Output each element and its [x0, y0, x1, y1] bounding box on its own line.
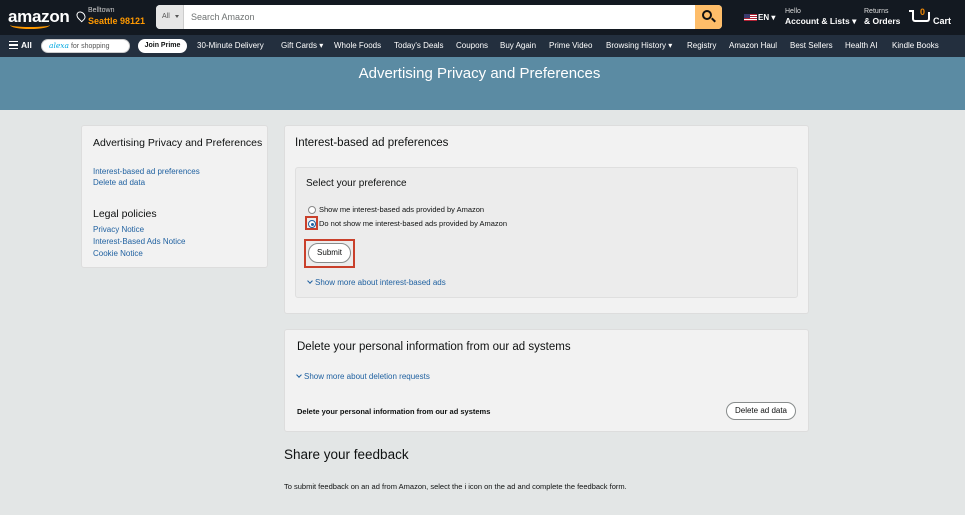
search-category-dropdown[interactable]: All: [156, 5, 184, 29]
location-line2: Seattle 98121: [88, 16, 146, 26]
radio-highlight-box: [305, 216, 318, 230]
account-label: Account & Lists ▾: [785, 16, 857, 26]
search-category-label: All: [162, 13, 170, 20]
feedback-title: Share your feedback: [284, 447, 409, 462]
hamburger-icon: [9, 41, 18, 49]
page-title: Advertising Privacy and Preferences: [358, 65, 601, 82]
nav-link-prime-video[interactable]: Prime Video: [549, 41, 592, 50]
preference-form: Select your preference Show me interest-…: [295, 167, 798, 298]
account-greeting: Hello: [785, 8, 801, 15]
cart-button[interactable]: 0 Cart: [909, 6, 961, 28]
nav-link-registry[interactable]: Registry: [687, 41, 716, 50]
nav-link-todays-deals[interactable]: Today's Deals: [394, 41, 444, 50]
language-label: EN ▾: [758, 13, 776, 22]
location-pin-icon: [74, 9, 88, 23]
search-input[interactable]: [184, 5, 695, 29]
show-more-deletion-link[interactable]: Show more about deletion requests: [296, 372, 430, 381]
sidebar-heading-legal: Legal policies: [93, 208, 157, 220]
page-banner: Advertising Privacy and Preferences: [0, 57, 965, 110]
cart-count: 0: [920, 7, 926, 17]
returns-orders-link[interactable]: Returns & Orders: [864, 8, 900, 26]
alexa-text: for shopping: [70, 43, 110, 50]
nav-link-gift-cards[interactable]: Gift Cards ▾: [281, 41, 323, 50]
nav-link-30-minute-delivery[interactable]: 30-Minute Delivery: [197, 41, 264, 50]
show-more-interest-ads-link[interactable]: Show more about interest-based ads: [307, 278, 446, 287]
sidebar: Advertising Privacy and Preferences Inte…: [81, 125, 268, 268]
delete-row-label: Delete your personal information from ou…: [297, 407, 491, 416]
nav-link-coupons[interactable]: Coupons: [456, 41, 488, 50]
delete-personal-info-panel: Delete your personal information from ou…: [284, 329, 809, 432]
returns-label: Returns: [864, 8, 889, 15]
all-label: All: [21, 40, 32, 50]
account-lists-menu[interactable]: Hello Account & Lists ▾: [785, 8, 856, 27]
sidebar-link-cookie-notice[interactable]: Cookie Notice: [93, 249, 143, 258]
radio-button-show[interactable]: [308, 206, 316, 214]
preferences-title: Interest-based ad preferences: [295, 137, 449, 149]
nav-link-whole-foods[interactable]: Whole Foods: [334, 41, 381, 50]
sidebar-link-delete-ad-data[interactable]: Delete ad data: [93, 178, 145, 187]
interest-based-ad-preferences-panel: Interest-based ad preferences Select you…: [284, 125, 809, 314]
feedback-text: To submit feedback on an ad from Amazon,…: [284, 482, 627, 491]
orders-label: & Orders: [864, 16, 901, 26]
top-header: amazon Belltown Seattle 98121 All EN ▾ H…: [0, 0, 965, 35]
alexa-logo: alexa: [49, 41, 70, 50]
location-line1: Belltown: [88, 7, 115, 14]
cart-label: Cart: [933, 16, 952, 26]
nav-link-buy-again[interactable]: Buy Again: [500, 41, 536, 50]
chevron-down-icon: [296, 372, 302, 378]
sidebar-link-interest-based-ad-preferences[interactable]: Interest-based ad preferences: [93, 167, 200, 176]
chevron-down-icon: [307, 278, 313, 284]
nav-bar: All alexa for shopping Join Prime 30-Min…: [0, 35, 965, 57]
nav-link-browsing-history[interactable]: Browsing History ▾: [606, 41, 672, 50]
nav-link-health-ai[interactable]: Health AI: [845, 41, 877, 50]
sidebar-link-interest-based-ads-notice[interactable]: Interest-Based Ads Notice: [93, 237, 186, 246]
nav-link-amazon-haul[interactable]: Amazon Haul: [729, 41, 777, 50]
preference-subtitle: Select your preference: [306, 178, 407, 189]
caret-down-icon: [175, 15, 179, 18]
sidebar-link-privacy-notice[interactable]: Privacy Notice: [93, 225, 144, 234]
sidebar-heading-advertising: Advertising Privacy and Preferences: [93, 137, 263, 149]
search-button[interactable]: [695, 5, 722, 29]
alexa-for-shopping-button[interactable]: alexa for shopping: [41, 39, 130, 53]
delete-section-title: Delete your personal information from ou…: [297, 341, 571, 353]
delete-ad-data-button[interactable]: Delete ad data: [726, 402, 796, 420]
join-prime-button[interactable]: Join Prime: [138, 39, 187, 53]
logo-smile-icon: [10, 21, 50, 29]
option-show-label: Show me interest-based ads provided by A…: [319, 205, 485, 214]
nav-link-kindle-books[interactable]: Kindle Books: [892, 41, 939, 50]
option-do-not-show-label: Do not show me interest-based ads provid…: [319, 219, 508, 228]
search-bar: All: [156, 5, 722, 29]
submit-button[interactable]: Submit: [308, 243, 351, 263]
nav-link-best-sellers[interactable]: Best Sellers: [790, 41, 833, 50]
